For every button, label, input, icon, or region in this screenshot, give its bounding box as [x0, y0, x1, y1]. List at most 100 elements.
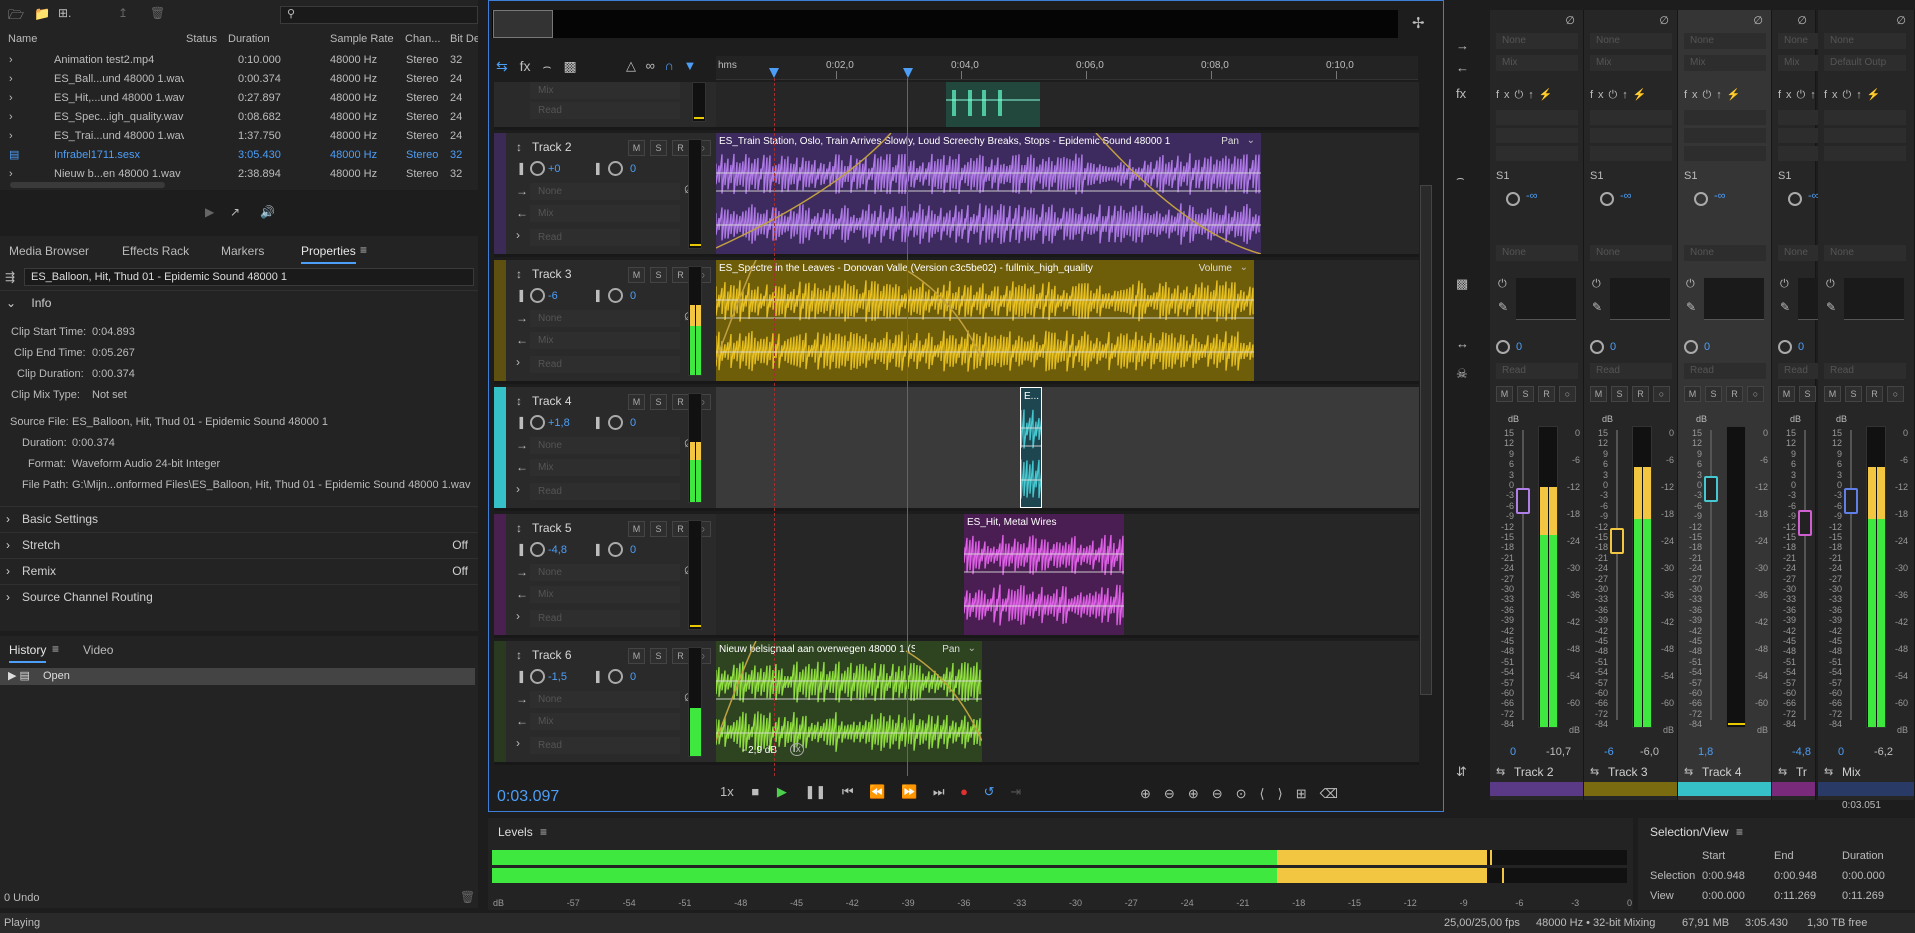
pan-value[interactable]: +1,8: [548, 417, 570, 429]
pan-knob[interactable]: [1684, 340, 1698, 354]
view-start[interactable]: 0:00.000: [1702, 890, 1745, 902]
send-output[interactable]: None: [1496, 245, 1578, 261]
switch-view-icon[interactable]: ⇆: [496, 58, 508, 74]
basic-settings-section[interactable]: › Basic Settings: [0, 506, 478, 530]
track-input[interactable]: None: [530, 691, 680, 708]
automation-mode[interactable]: Read: [1824, 363, 1906, 379]
clip-start-value[interactable]: 0:04.893: [92, 326, 135, 338]
expand-icon[interactable]: ›: [9, 70, 13, 89]
track-output[interactable]: Mix: [530, 459, 680, 476]
output-icon[interactable]: ←: [516, 714, 528, 728]
eq-edit-icon[interactable]: ✎: [1826, 300, 1836, 314]
mute-button[interactable]: M: [628, 140, 645, 156]
record-arm-button[interactable]: R: [672, 140, 689, 156]
strip-name[interactable]: Track 4: [1702, 765, 1742, 779]
fx-slot[interactable]: [1824, 110, 1906, 125]
fx-slot[interactable]: [1496, 128, 1578, 143]
file-row[interactable]: › ES_Spec...igh_quality.wav 0:08.682 48000 …: [0, 108, 478, 127]
output-icon[interactable]: ←: [516, 587, 528, 601]
pan-value[interactable]: -4,8: [548, 544, 567, 556]
track-automation-mode[interactable]: Read: [530, 737, 680, 754]
pan-value[interactable]: 0: [1610, 341, 1616, 353]
tab-media-browser[interactable]: Media Browser: [9, 242, 89, 260]
zoom-navigator-icon[interactable]: ✢: [1412, 14, 1425, 32]
fader-handle[interactable]: [1798, 510, 1812, 536]
solo-button[interactable]: S: [650, 521, 667, 537]
track-automation-mode[interactable]: Read: [530, 229, 680, 246]
fx-slot[interactable]: [1684, 110, 1766, 125]
audio-clip[interactable]: ES_Spectre in the Leaves - Donovan Valle…: [716, 260, 1254, 381]
record-button[interactable]: R: [1866, 386, 1883, 402]
volume-knob[interactable]: [608, 161, 623, 176]
eq-power-icon[interactable]: ⏻: [1686, 278, 1695, 291]
selection-menu-icon[interactable]: ≡: [1736, 825, 1743, 839]
track-header[interactable]: ↕Track 4MSR○▐+1,8▌0→←›None∅MixRead: [506, 387, 716, 508]
track-2[interactable]: ↕Track 2MSR○▐+0▌0→←›None∅MixReadES_Train…: [494, 133, 1419, 257]
export-icon[interactable]: ↗: [230, 205, 240, 219]
mute-button[interactable]: M: [1496, 386, 1513, 402]
overview-bar[interactable]: [492, 10, 1398, 38]
track-header[interactable]: ↕Track 5MSR○▐-4,8▌0→←›None∅MixRead: [506, 514, 716, 635]
eq-edit-icon[interactable]: ✎: [1780, 300, 1790, 314]
audio-clip[interactable]: Nieuw belsignaal aan overwegen 48000 1 (…: [716, 641, 982, 762]
track-drag-icon[interactable]: ↕: [516, 521, 522, 535]
track1-mix[interactable]: Mix: [530, 82, 680, 99]
expand-icon[interactable]: ›: [9, 127, 13, 146]
track-header[interactable]: ↕Track 3MSR○▐-6▌0→←›None∅MixRead: [506, 260, 716, 381]
pan-knob[interactable]: [1778, 340, 1792, 354]
audio-clip[interactable]: ES_Hit, Metal Wires, Transition...: [964, 514, 1124, 635]
solo-button[interactable]: S: [650, 267, 667, 283]
forward-icon[interactable]: ⏩: [889, 784, 917, 799]
fader-handle[interactable]: [1844, 488, 1858, 514]
pan-value[interactable]: +0: [548, 163, 561, 175]
fx-slot[interactable]: [1824, 146, 1906, 161]
volume-knob[interactable]: [608, 669, 623, 684]
output-icon[interactable]: ←: [516, 206, 528, 220]
clip-end-value[interactable]: 0:05.267: [92, 347, 135, 359]
view-end[interactable]: 0:11.269: [1774, 890, 1816, 902]
eq-power-icon[interactable]: ⏻: [1780, 278, 1789, 291]
volume-value[interactable]: 0: [630, 417, 636, 429]
track-drag-icon[interactable]: ↕: [516, 140, 522, 154]
clip-fx-icon[interactable]: fx: [790, 743, 804, 756]
fx-slot[interactable]: [1684, 146, 1766, 161]
expand-icon[interactable]: ›: [516, 355, 520, 369]
track-name[interactable]: Track 3: [532, 267, 572, 281]
strip-fx-icons[interactable]: fx⏻↑⚡: [1496, 88, 1557, 102]
track-input[interactable]: None: [530, 564, 680, 581]
eq-edit-icon[interactable]: ✎: [1592, 300, 1602, 314]
trash-icon[interactable]: 🗑: [460, 890, 475, 904]
mute-button[interactable]: M: [1824, 386, 1841, 402]
zoom-in-time-icon[interactable]: ⊕: [1188, 786, 1212, 801]
fx-slot[interactable]: [1496, 146, 1578, 161]
tab-history[interactable]: History: [9, 641, 47, 663]
view-duration[interactable]: 0:11.269: [1842, 890, 1884, 902]
mute-button[interactable]: M: [628, 394, 645, 410]
strip-output[interactable]: Mix: [1684, 55, 1766, 71]
file-row[interactable]: › ES_Trai...und 48000 1.wav 1:37.750 48000 …: [0, 127, 478, 146]
track1-read[interactable]: Read: [530, 102, 680, 119]
mute-button[interactable]: M: [1684, 386, 1701, 402]
track-4[interactable]: ↕Track 4MSR○▐+1,8▌0→←›None∅MixReadE...: [494, 387, 1419, 511]
timeline-ruler[interactable]: hms 0:02,0 0:04,0 0:06,0 0:08,0 0:10,0: [716, 56, 1418, 80]
automation-mode[interactable]: Read: [1590, 363, 1672, 379]
track-input[interactable]: None: [530, 310, 680, 327]
track-output[interactable]: Mix: [530, 713, 680, 730]
expand-icon[interactable]: ›: [516, 736, 520, 750]
pan-value[interactable]: 0: [1798, 341, 1804, 353]
col-status[interactable]: Status: [186, 30, 217, 49]
zoom-selection-icon[interactable]: ⊙: [1236, 786, 1260, 801]
track1-clip[interactable]: [946, 82, 1040, 127]
tab-properties[interactable]: Properties: [301, 242, 356, 264]
fader-handle[interactable]: [1610, 528, 1624, 554]
zoom-out-point-icon[interactable]: ⟩: [1278, 786, 1296, 801]
eq-power-icon[interactable]: ⏻: [1498, 278, 1507, 291]
fader-value[interactable]: 1,8: [1698, 746, 1713, 758]
col-rate[interactable]: Sample Rate: [330, 30, 394, 49]
track-header[interactable]: ↕Track 2MSR○▐+0▌0→←›None∅MixRead: [506, 133, 716, 254]
pan-value[interactable]: -6: [548, 290, 558, 302]
solo-button[interactable]: S: [1799, 386, 1816, 402]
mixer-fx-icon[interactable]: fx: [1456, 86, 1466, 101]
strip-phase-icon[interactable]: ∅: [1659, 14, 1669, 27]
files-scrollbar[interactable]: [10, 182, 165, 188]
